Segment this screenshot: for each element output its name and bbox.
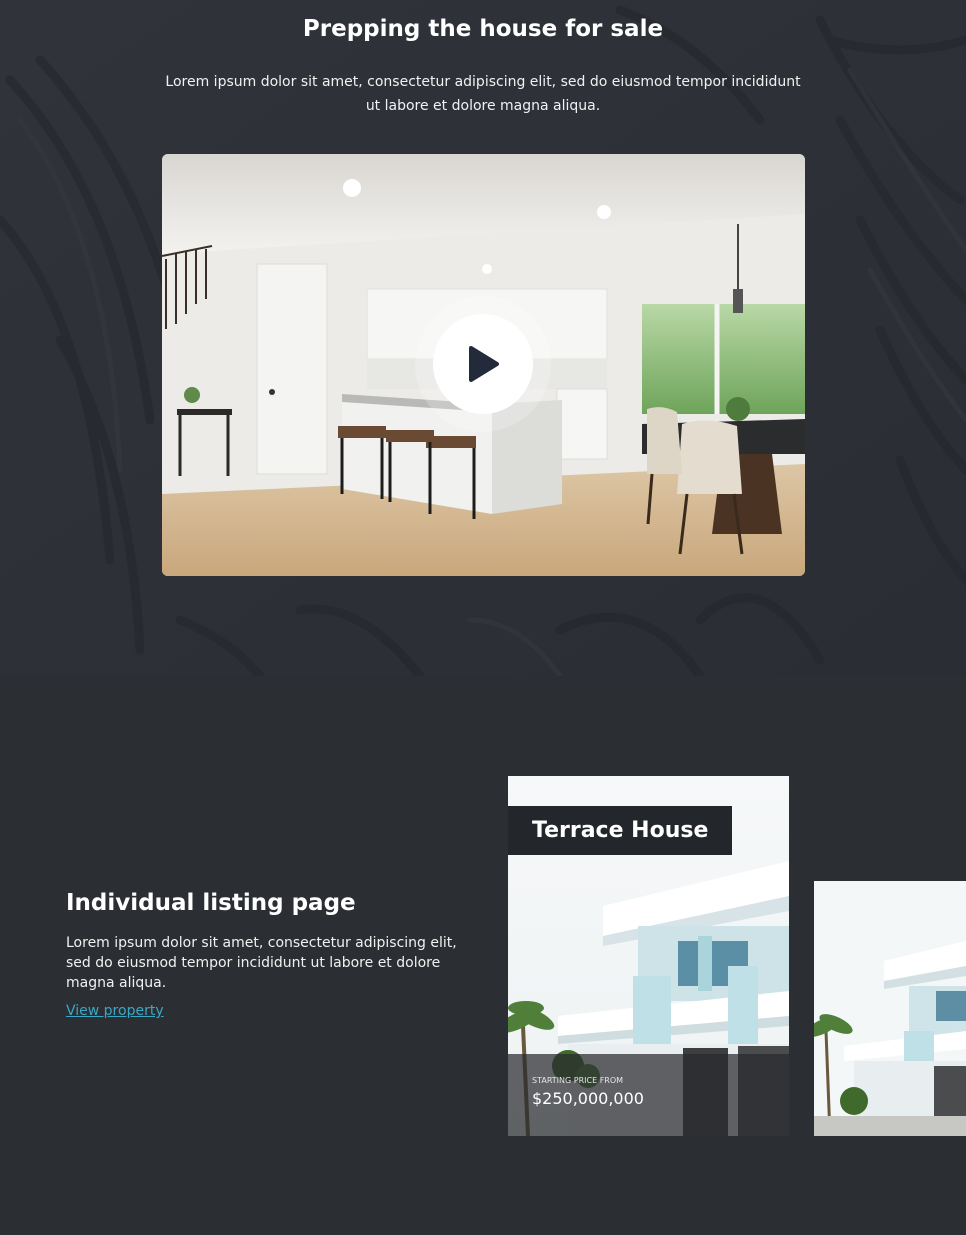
view-property-link[interactable]: View property [66,1003,164,1019]
price-panel: STARTING PRICE FROM $250,000,000 [508,1054,789,1136]
listing-section: Individual listing page Lorem ipsum dolo… [0,676,966,1235]
listing-section-description: Lorem ipsum dolor sit amet, consectetur … [66,935,457,991]
price-caption: STARTING PRICE FROM [532,1076,624,1085]
play-icon [469,346,499,382]
video-player[interactable] [162,154,805,576]
property-photo-next [814,881,966,1136]
listing-section-title: Individual listing page [66,890,356,916]
property-card[interactable]: Terrace House STARTING PRICE FROM $250,0… [508,776,789,1136]
video-section: Prepping the house for sale Lorem ipsum … [0,0,966,676]
property-name: Terrace House [508,806,733,855]
video-section-title: Prepping the house for sale [302,16,664,42]
property-card-next[interactable] [814,881,966,1136]
play-button[interactable] [433,314,533,414]
price-value: $250,000,000 [532,1089,644,1108]
video-section-description: Lorem ipsum dolor sit amet, consectetur … [165,74,801,114]
